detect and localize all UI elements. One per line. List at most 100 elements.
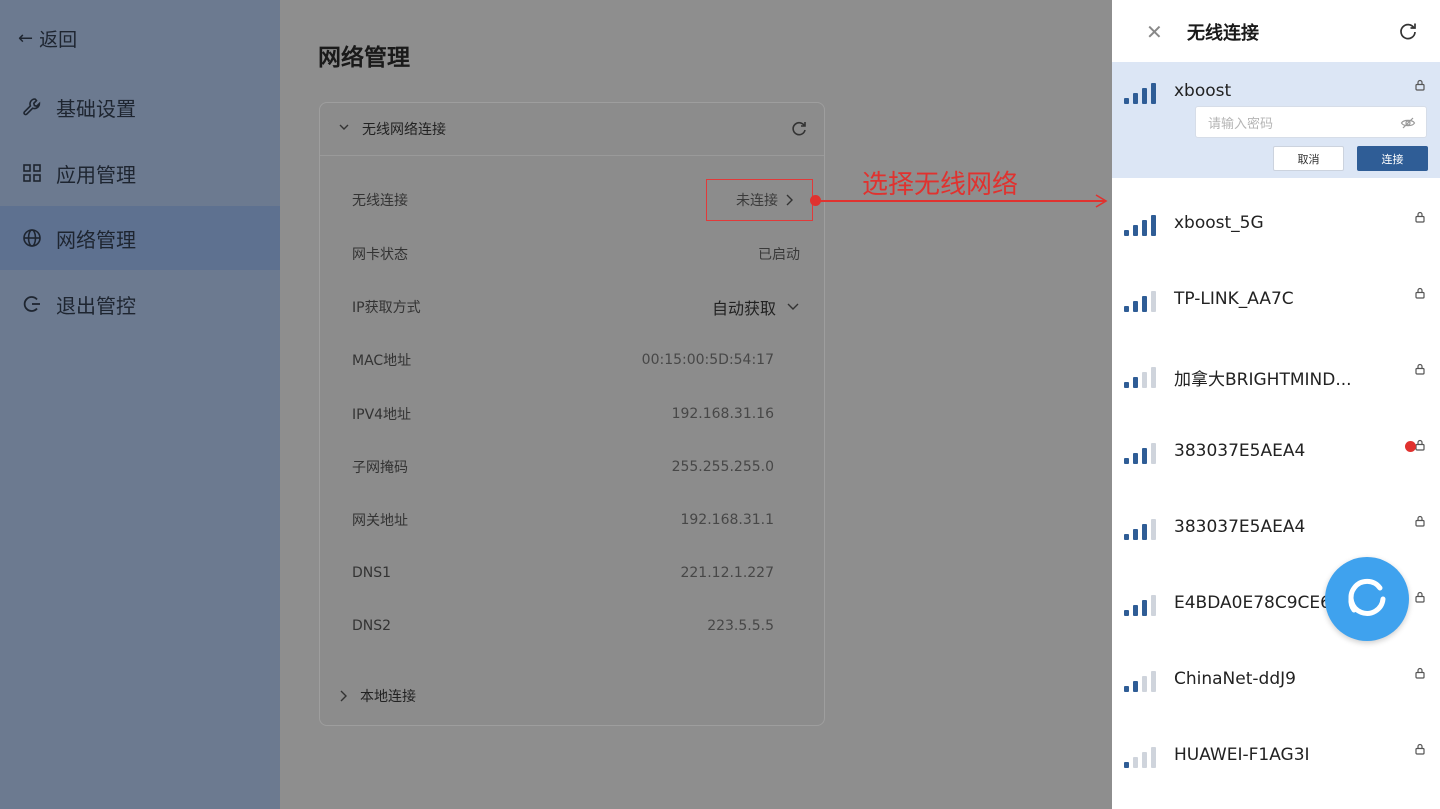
- row-label: DNS1: [352, 565, 392, 581]
- refresh-icon[interactable]: [790, 120, 808, 138]
- wifi-signal-icon: [1124, 367, 1156, 388]
- row-label: DNS2: [352, 618, 392, 634]
- wifi-network-name: 383037E5AEA4: [1174, 441, 1306, 461]
- wifi-signal-icon: [1124, 291, 1156, 312]
- row-label: 子网掩码: [352, 460, 408, 476]
- password-placeholder: 请输入密码: [1208, 116, 1274, 132]
- page-title: 网络管理: [318, 45, 410, 71]
- floating-assistant-icon[interactable]: [1325, 557, 1409, 641]
- sidebar-item-label: 基础设置: [56, 96, 136, 121]
- connect-button[interactable]: 连接: [1357, 146, 1428, 171]
- wifi-network-item[interactable]: 383037E5AEA4: [1112, 508, 1440, 548]
- chevron-down-icon: [787, 303, 799, 310]
- dns2-value: 223.5.5.5: [707, 618, 774, 634]
- sidebar-item-label: 应用管理: [56, 162, 136, 187]
- dns1-value: 221.12.1.227: [680, 565, 774, 581]
- gateway-value: 192.168.31.1: [680, 512, 774, 528]
- wifi-network-name: xboost_5G: [1174, 213, 1264, 233]
- wifi-network-item[interactable]: 加拿大BRIGHTMIND...: [1112, 356, 1440, 396]
- lock-icon: [1415, 287, 1425, 299]
- dns2-row: DNS2 223.5.5.5: [352, 611, 800, 641]
- annotation-arrowhead-icon: [1095, 194, 1108, 208]
- eye-off-icon[interactable]: [1400, 115, 1416, 131]
- ipv4-value: 192.168.31.16: [671, 406, 774, 422]
- lock-icon: [1415, 79, 1425, 91]
- mac-value: 00:15:00:5D:54:17: [641, 352, 774, 368]
- cursor-marker-dot: [1405, 441, 1416, 452]
- wifi-signal-icon: [1124, 443, 1156, 464]
- chevron-right-icon: [340, 690, 347, 702]
- wireless-section-title: 无线网络连接: [362, 122, 446, 138]
- wifi-signal-icon: [1124, 215, 1156, 236]
- ip-mode-select[interactable]: 自动获取: [712, 295, 800, 319]
- wifi-panel-title: 无线连接: [1187, 23, 1259, 44]
- sidebar-item-network-management[interactable]: 网络管理: [0, 206, 280, 270]
- main-content: 网络管理 无线网络连接 无线连接 未连接 网卡状态 已启动 IP获取方式 自动获…: [280, 0, 1112, 809]
- wifi-network-name: HUAWEI-F1AG3I: [1174, 745, 1310, 765]
- wifi-network-name: 加拿大BRIGHTMIND...: [1174, 370, 1352, 390]
- lock-icon: [1415, 515, 1425, 527]
- sidebar-item-label: 退出管控: [56, 293, 136, 318]
- row-label: MAC地址: [352, 353, 412, 369]
- ip-mode-value: 自动获取: [711, 299, 776, 318]
- nic-status-value: 已启动: [758, 247, 800, 263]
- wifi-signal-icon: [1124, 519, 1156, 540]
- wifi-network-item[interactable]: TP-LINK_AA7C: [1112, 280, 1440, 320]
- refresh-icon[interactable]: [1398, 21, 1418, 41]
- wrench-icon: [22, 97, 42, 117]
- chevron-down-icon: [338, 121, 350, 137]
- lock-icon: [1415, 211, 1425, 223]
- row-label: IP获取方式: [352, 300, 421, 316]
- nic-status-row: 网卡状态 已启动: [352, 239, 800, 269]
- wifi-panel: ✕ 无线连接 xboost xboost_5G TP-LINK_AA7C 加拿大BRI…: [1112, 0, 1440, 809]
- sidebar-item-label: 网络管理: [56, 227, 136, 252]
- row-label: IPV4地址: [352, 407, 412, 423]
- ip-mode-row[interactable]: IP获取方式 自动获取: [352, 292, 800, 322]
- annotation-dot: [810, 195, 821, 206]
- wifi-network-name: 383037E5AEA4: [1174, 517, 1306, 537]
- lock-icon: [1415, 363, 1425, 375]
- dns1-row: DNS1 221.12.1.227: [352, 558, 800, 588]
- close-icon[interactable]: ✕: [1146, 20, 1163, 44]
- back-button[interactable]: ← 返回: [18, 24, 77, 52]
- wifi-signal-icon: [1124, 83, 1156, 104]
- ipv4-row: IPV4地址 192.168.31.16: [352, 399, 800, 429]
- subnet-value: 255.255.255.0: [671, 459, 774, 475]
- cancel-button[interactable]: 取消: [1273, 146, 1344, 171]
- row-label: 网关地址: [352, 513, 408, 529]
- sidebar: ← 返回 基础设置 应用管理 网络管理 退出管控: [0, 0, 280, 809]
- local-section-header[interactable]: 本地连接: [338, 686, 416, 706]
- wireless-section-header[interactable]: 无线网络连接: [320, 103, 824, 156]
- sidebar-item-app-management[interactable]: 应用管理: [0, 141, 280, 205]
- sidebar-item-exit-control[interactable]: 退出管控: [0, 272, 280, 336]
- mac-row: MAC地址 00:15:00:5D:54:17: [352, 345, 800, 375]
- annotation-label: 选择无线网络: [862, 170, 1019, 200]
- lock-icon: [1415, 743, 1425, 755]
- wifi-network-name: TP-LINK_AA7C: [1174, 289, 1294, 309]
- wifi-network-name: ChinaNet-ddJ9: [1174, 669, 1296, 689]
- back-label: 返回: [39, 28, 78, 51]
- wifi-network-item[interactable]: HUAWEI-F1AG3I: [1112, 736, 1440, 776]
- wifi-signal-icon: [1124, 747, 1156, 768]
- wifi-network-item[interactable]: ChinaNet-ddJ9: [1112, 660, 1440, 700]
- sidebar-item-basic-settings[interactable]: 基础设置: [0, 75, 280, 139]
- globe-icon: [22, 228, 42, 248]
- logout-icon: [22, 294, 42, 314]
- arrow-left-icon: ←: [18, 27, 34, 49]
- gateway-row: 网关地址 192.168.31.1: [352, 505, 800, 535]
- subnet-row: 子网掩码 255.255.255.0: [352, 452, 800, 482]
- row-label: 无线连接: [352, 193, 408, 209]
- local-section-title: 本地连接: [360, 689, 416, 705]
- wifi-network-item[interactable]: 383037E5AEA4: [1112, 432, 1440, 472]
- wifi-signal-icon: [1124, 671, 1156, 692]
- wifi-panel-header: ✕ 无线连接: [1112, 0, 1440, 62]
- row-label: 网卡状态: [352, 247, 408, 263]
- lock-icon: [1415, 591, 1425, 603]
- password-input[interactable]: 请输入密码: [1195, 106, 1427, 138]
- wifi-network-name: xboost: [1174, 81, 1232, 101]
- grid-icon: [22, 163, 42, 183]
- wifi-signal-icon: [1124, 595, 1156, 616]
- wifi-network-item[interactable]: xboost_5G: [1112, 204, 1440, 244]
- annotation-highlight-box: [706, 179, 813, 221]
- lock-icon: [1415, 667, 1425, 679]
